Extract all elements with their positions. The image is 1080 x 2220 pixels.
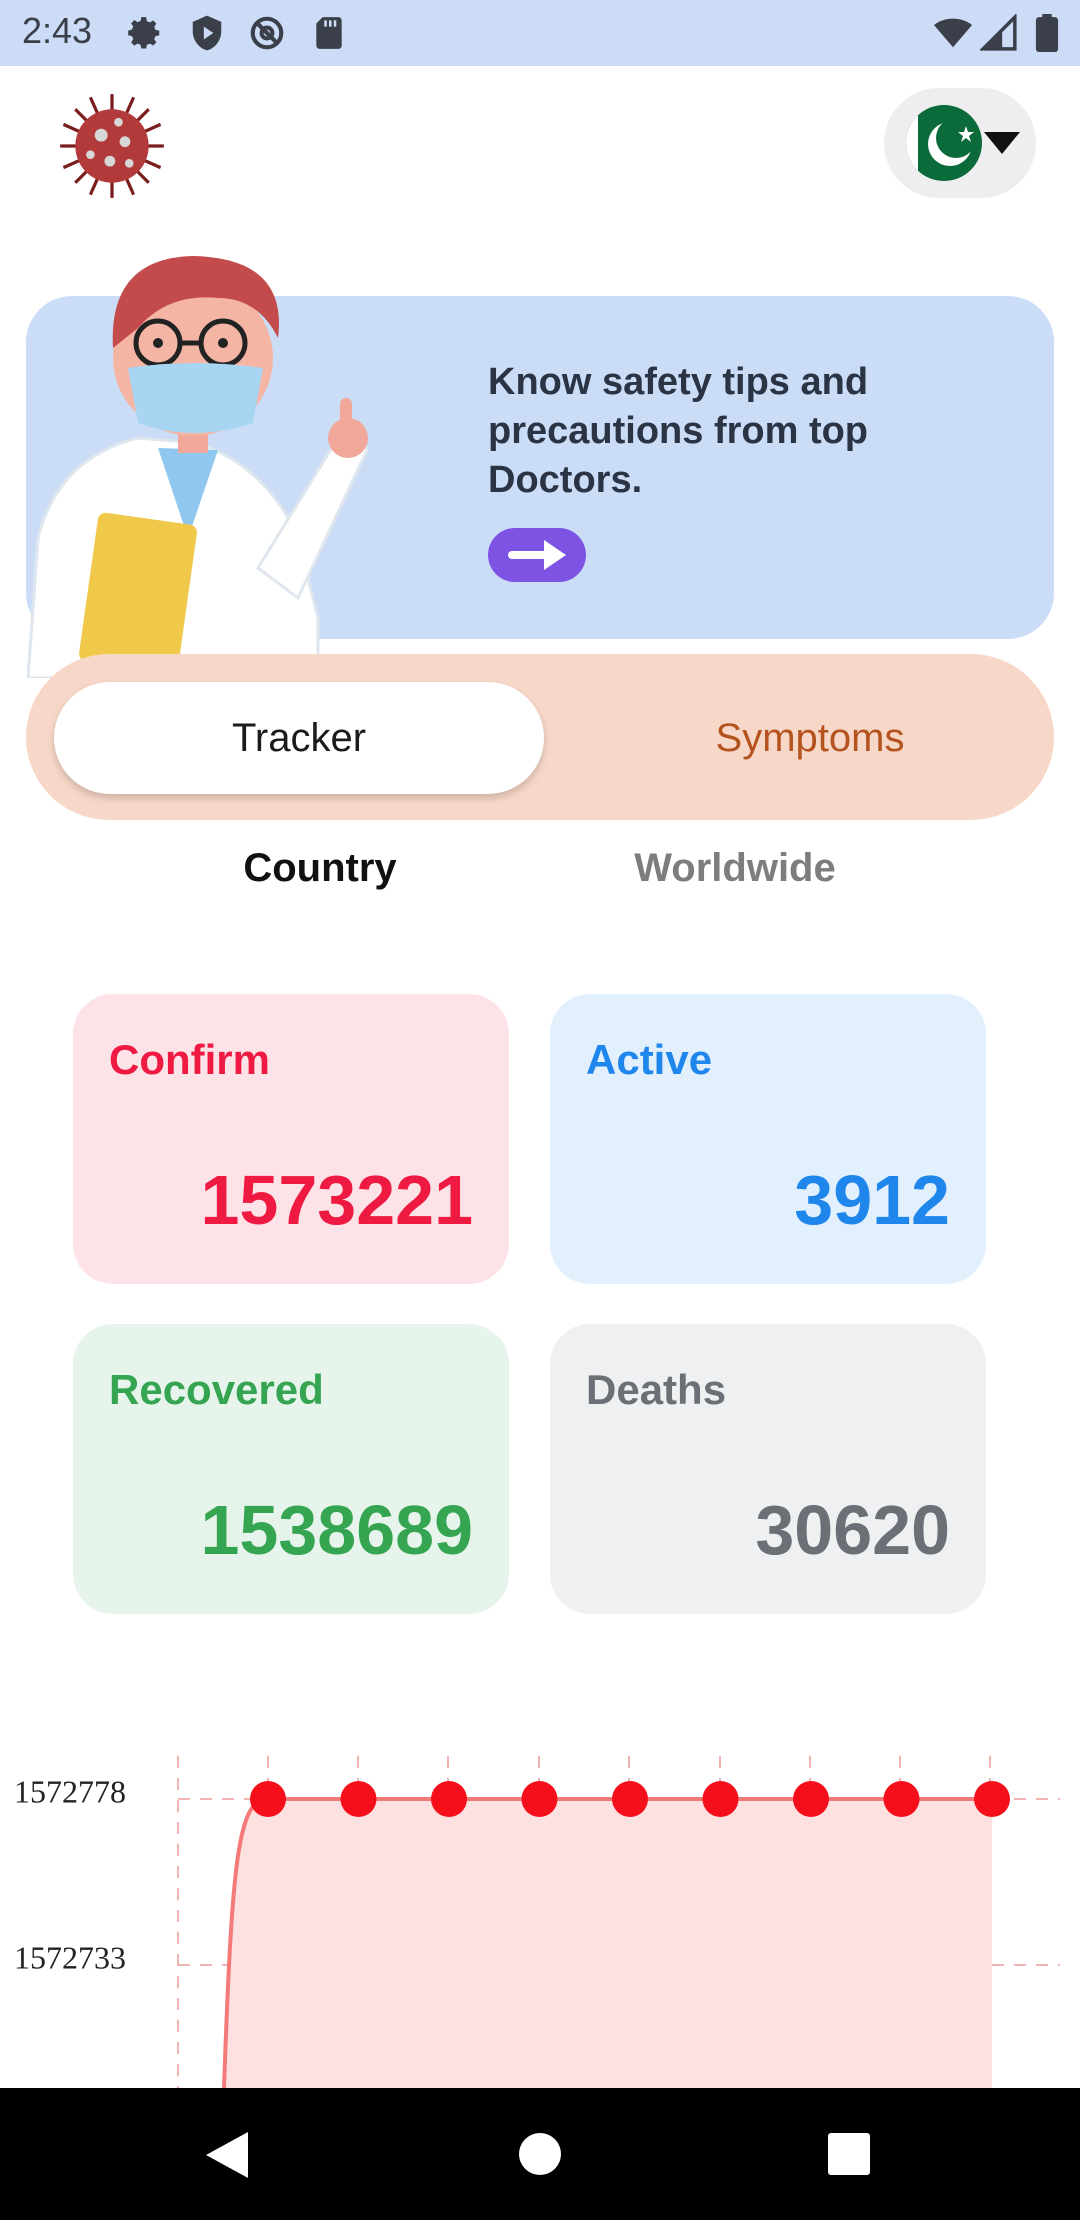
virus-icon xyxy=(60,94,164,198)
country-selector-button[interactable] xyxy=(884,88,1036,198)
status-time: 2:43 xyxy=(22,10,93,51)
chart-data-point xyxy=(521,1781,558,1817)
deaths-value: 30620 xyxy=(755,1491,950,1569)
tab-tracker[interactable]: Tracker xyxy=(54,682,544,794)
active-label: Active xyxy=(586,1036,713,1083)
chart-data-point xyxy=(702,1781,739,1817)
chart-data-point xyxy=(793,1781,829,1817)
chart-y-tick-label: 1572733 xyxy=(14,1939,126,1975)
recovered-card: Recovered 1538689 xyxy=(73,1324,509,1614)
chart-data-point xyxy=(883,1781,920,1817)
signal-icon xyxy=(980,14,1017,51)
pakistan-flag-icon xyxy=(906,105,982,181)
recovered-label: Recovered xyxy=(109,1366,324,1413)
confirm-card: Confirm 1573221 xyxy=(73,994,509,1284)
arrow-right-icon xyxy=(508,540,566,570)
confirm-value: 1573221 xyxy=(200,1161,473,1239)
active-card: Active 3912 xyxy=(550,994,986,1284)
active-value: 3912 xyxy=(794,1161,950,1239)
deaths-label: Deaths xyxy=(586,1366,727,1413)
deaths-card: Deaths 30620 xyxy=(550,1324,986,1614)
back-icon[interactable] xyxy=(204,2132,250,2178)
recovered-value: 1538689 xyxy=(200,1491,473,1569)
caret-down-icon xyxy=(984,132,1020,154)
wifi-icon xyxy=(934,18,972,48)
chart-data-point xyxy=(340,1781,377,1817)
chart-data-point xyxy=(431,1781,467,1817)
chart-data-point xyxy=(612,1781,648,1817)
chart-y-ticks: 1572778 1572733 xyxy=(14,1773,126,1975)
home-icon[interactable] xyxy=(518,2132,562,2176)
cases-chart: 1572778 1572733 xyxy=(14,1756,1060,2088)
chart-data-point xyxy=(974,1781,1010,1817)
tab-symptoms[interactable]: Symptoms xyxy=(600,682,1020,794)
navigation-bar xyxy=(0,2088,1080,2220)
chart-points xyxy=(250,1781,1010,1817)
shield-icon xyxy=(192,15,222,51)
doctor-illustration xyxy=(26,256,371,678)
at-sign-icon xyxy=(250,16,284,50)
banner-text: Know safety tips and precautions from to… xyxy=(488,361,869,501)
confirm-label: Confirm xyxy=(109,1036,270,1083)
recents-icon[interactable] xyxy=(828,2133,870,2175)
tab-worldwide[interactable]: Worldwide xyxy=(585,846,885,891)
tab-country[interactable]: Country xyxy=(170,846,470,891)
chart-data-point xyxy=(250,1781,286,1817)
chart-y-tick-label: 1572778 xyxy=(14,1773,126,1809)
battery-icon xyxy=(1035,14,1059,52)
chart-area xyxy=(224,1799,992,2088)
gear-icon xyxy=(128,17,160,49)
sd-card-icon xyxy=(316,17,342,49)
banner-arrow-button[interactable] xyxy=(488,528,586,582)
